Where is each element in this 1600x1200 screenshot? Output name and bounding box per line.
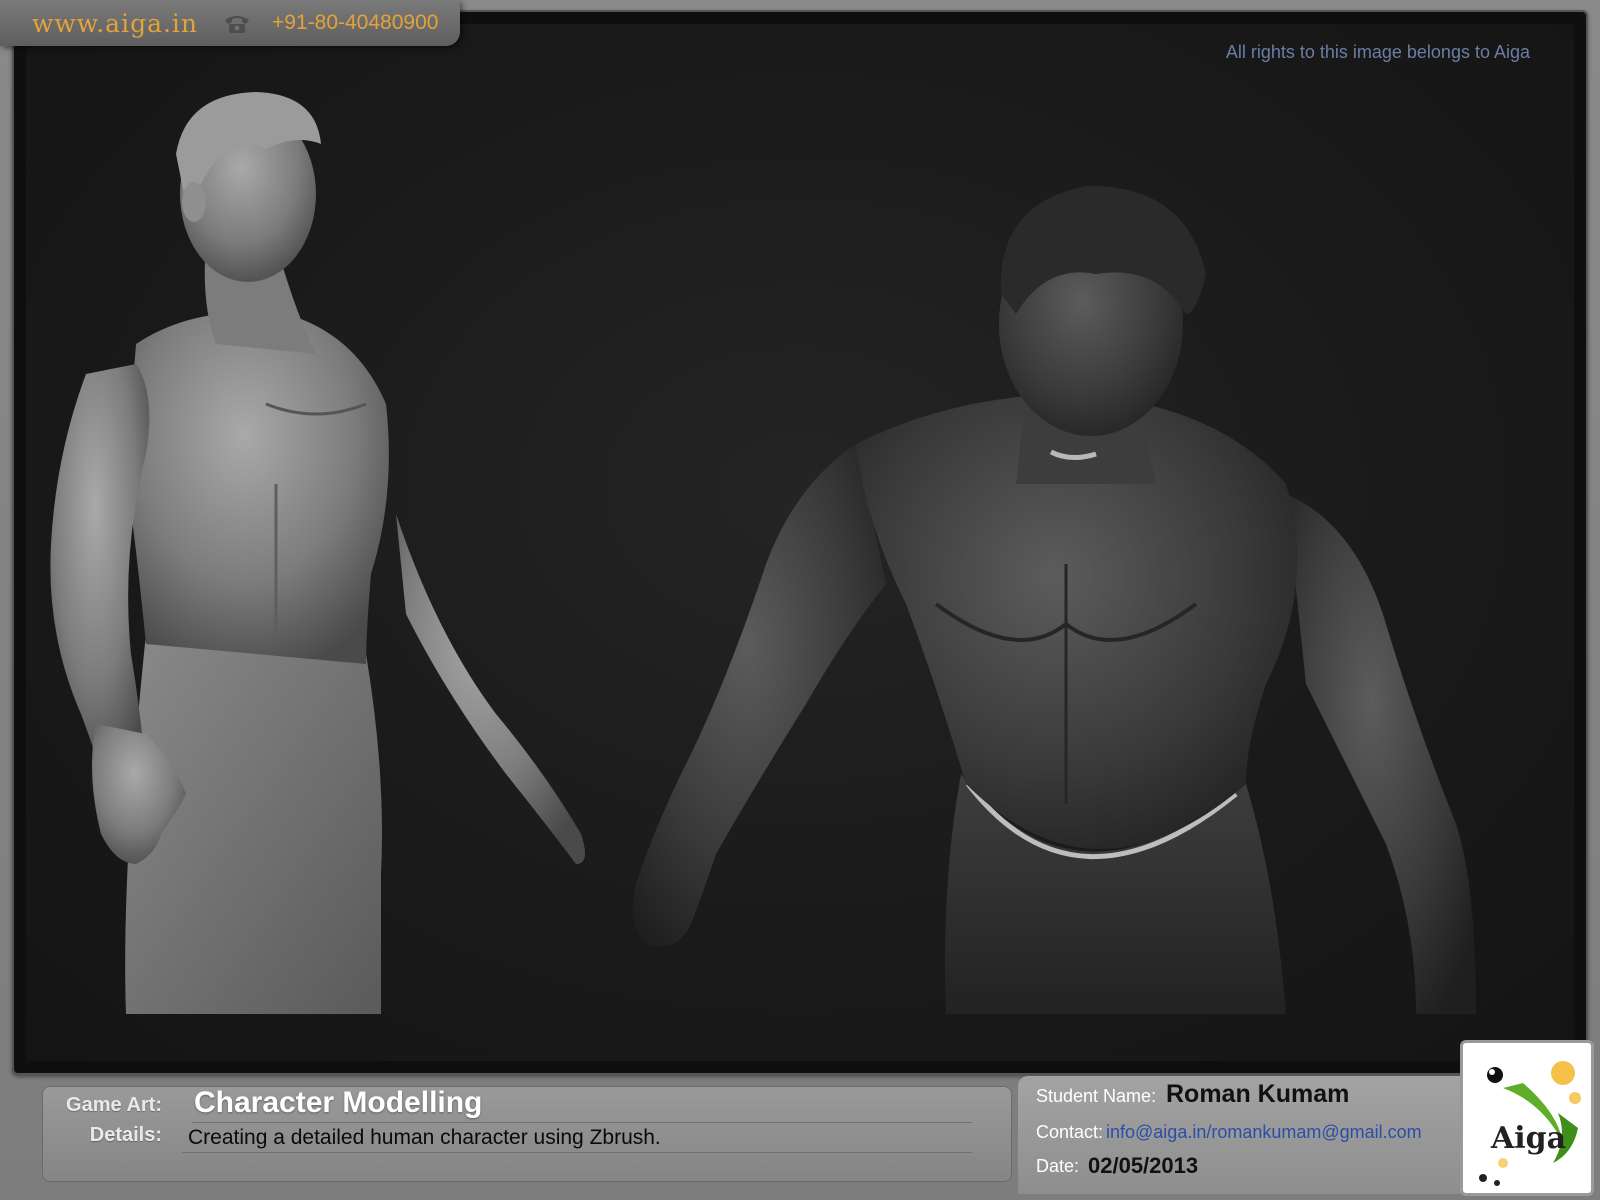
date-value: 02/05/2013 [1088, 1153, 1199, 1178]
project-info-panel: Game Art: Character Modelling Details: C… [42, 1086, 1012, 1182]
site-url-link[interactable]: www.aiga.in [32, 9, 198, 38]
student-name: Roman Kumam [1166, 1080, 1350, 1108]
divider [182, 1152, 972, 1153]
header-tab: www.aiga.in +91-80-40480900 [0, 0, 460, 46]
character-sculpt-front-view [632, 185, 1476, 1014]
character-sculpt-side-view [50, 92, 585, 1014]
contact-email-link[interactable]: info@aiga.in/romankumam@gmail.com [1106, 1122, 1422, 1143]
render-canvas: All rights to this image belongs to Aiga [26, 24, 1574, 1061]
game-art-label: Game Art: [66, 1094, 162, 1116]
details-label: Details: [89, 1124, 162, 1146]
project-details: Creating a detailed human character usin… [188, 1126, 661, 1149]
contact-label: Contact: [1036, 1122, 1104, 1142]
aiga-logo: Aiga [1460, 1040, 1594, 1196]
rights-note: All rights to this image belongs to Aiga [1225, 42, 1530, 62]
phone-number: +91-80-40480900 [272, 11, 439, 34]
divider [192, 1122, 972, 1123]
phone-icon [222, 12, 252, 34]
logo-text: Aiga [1491, 1121, 1567, 1156]
date-label: Date: [1036, 1156, 1080, 1176]
render-viewport: All rights to this image belongs to Aiga [12, 10, 1588, 1075]
project-title: Character Modelling [194, 1086, 483, 1119]
student-name-label: Student Name: [1036, 1086, 1157, 1106]
